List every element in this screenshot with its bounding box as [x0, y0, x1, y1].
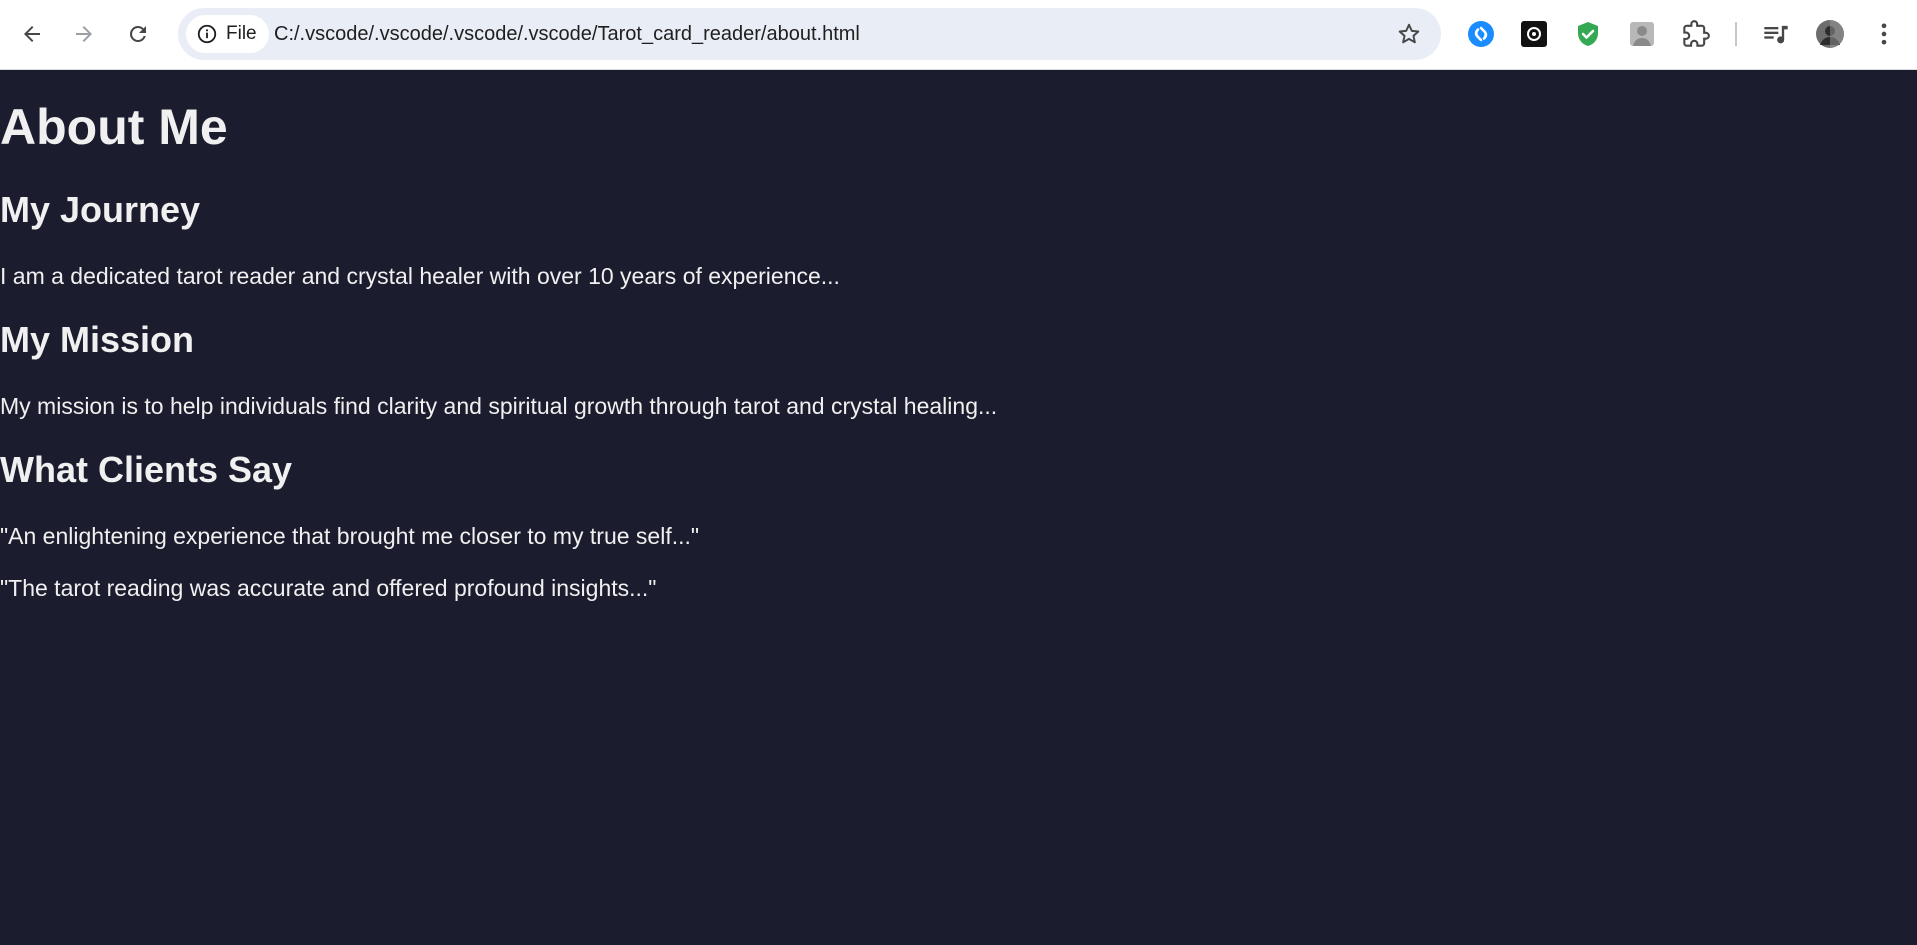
shield-extension[interactable] [1573, 19, 1603, 49]
back-button[interactable] [12, 14, 52, 54]
journey-paragraph: I am a dedicated tarot reader and crysta… [0, 263, 840, 289]
kebab-menu-icon [1881, 23, 1887, 45]
section-heading-mission: My Mission [0, 319, 195, 360]
avatar-icon [1816, 20, 1844, 48]
extensions-button[interactable] [1681, 19, 1711, 49]
puzzle-icon [1683, 20, 1710, 47]
chatgpt-extension[interactable] [1519, 19, 1549, 49]
reload-button[interactable] [118, 14, 158, 54]
arrow-left-icon [24, 26, 40, 42]
toolbar-divider [1735, 22, 1737, 46]
testimonial-quote: "An enlightening experience that brought… [0, 523, 700, 549]
section-heading-testimonials: What Clients Say [0, 449, 293, 490]
media-queue-icon [1764, 25, 1788, 44]
arrow-right-icon [76, 26, 92, 42]
shazam-extension[interactable] [1466, 19, 1496, 49]
address-bar[interactable]: File C:/.vscode/.vscode/.vscode/.vscode/… [178, 8, 1441, 60]
site-info-label: File [226, 23, 257, 44]
profile-image-icon [1630, 22, 1654, 46]
profile-avatar-button[interactable] [1815, 19, 1845, 49]
page-title: About Me [0, 99, 228, 155]
star-icon [1398, 23, 1420, 44]
bookmark-button[interactable] [1389, 14, 1429, 54]
forward-button[interactable] [64, 14, 104, 54]
page-content: About Me My Journey I am a dedicated tar… [0, 70, 1917, 945]
shazam-icon [1468, 21, 1494, 47]
media-controls-button[interactable] [1761, 19, 1791, 49]
section-heading-journey: My Journey [0, 189, 201, 230]
url-text[interactable]: C:/.vscode/.vscode/.vscode/.vscode/Tarot… [274, 8, 860, 60]
info-icon [197, 24, 217, 44]
browser-menu-button[interactable] [1869, 19, 1899, 49]
testimonial-quote: "The tarot reading was accurate and offe… [0, 575, 657, 601]
profile-image-extension[interactable] [1627, 19, 1657, 49]
chatgpt-icon [1521, 21, 1547, 47]
shield-check-icon [1578, 22, 1598, 46]
site-info-chip[interactable]: File [186, 15, 269, 53]
browser-toolbar: File C:/.vscode/.vscode/.vscode/.vscode/… [0, 0, 1917, 70]
reload-icon [129, 25, 146, 42]
mission-paragraph: My mission is to help individuals find c… [0, 393, 998, 419]
